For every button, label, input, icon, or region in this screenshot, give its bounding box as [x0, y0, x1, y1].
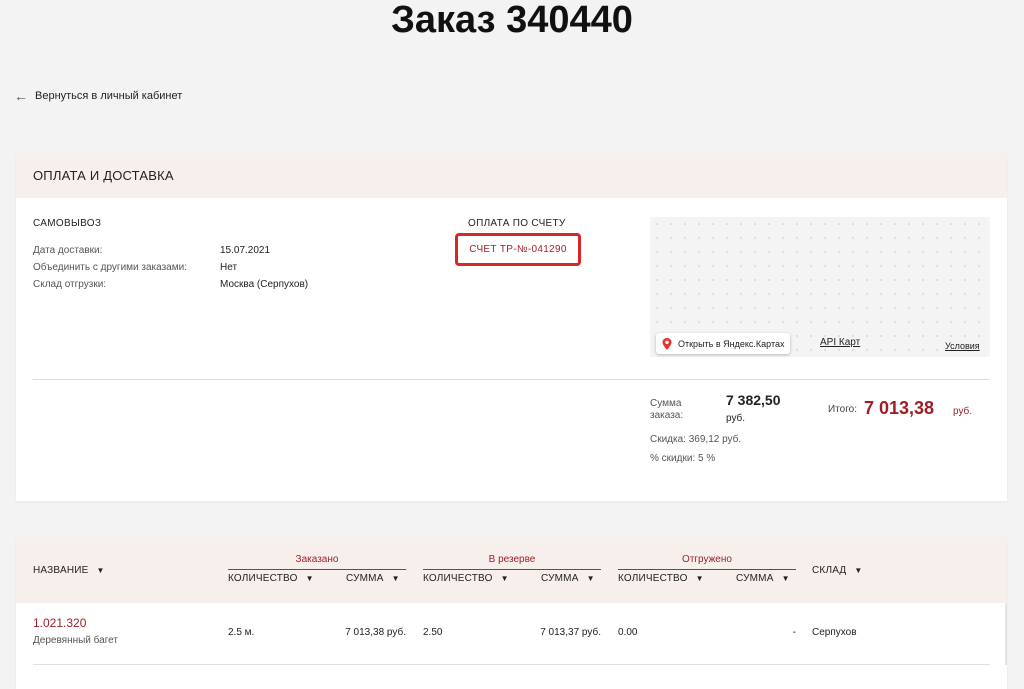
payment-card-header: ОПЛАТА И ДОСТАВКА: [16, 153, 1007, 198]
merge-orders-value: Нет: [220, 262, 238, 273]
ordered-sum-label: СУММА: [346, 573, 384, 584]
order-items-table: НАЗВАНИЕ ▼ Заказано КОЛИЧЕСТВО ▼ СУММА ▼ В …: [16, 537, 1007, 689]
open-yandex-maps-button[interactable]: Открыть в Яндекс.Картах: [656, 333, 791, 354]
ordered-qty-cell: 2.5 м.: [228, 627, 255, 638]
sort-down-icon: ▼: [391, 574, 400, 583]
col-name-header[interactable]: НАЗВАНИЕ ▼: [33, 565, 105, 576]
group-ordered-title: Заказано: [228, 554, 406, 570]
ordered-qty-label: КОЛИЧЕСТВО: [228, 573, 298, 584]
shipped-qty-cell: 0.00: [618, 627, 638, 638]
col-warehouse-label: СКЛАД: [812, 565, 847, 576]
reserved-qty-header[interactable]: КОЛИЧЕСТВО ▼: [423, 573, 509, 584]
discount-percent-text: % скидки: 5 %: [650, 453, 716, 464]
page-title: Заказ 340440: [391, 0, 633, 41]
shipped-sum-cell: -: [792, 627, 796, 638]
col-warehouse-header[interactable]: СКЛАД ▼: [812, 565, 863, 576]
table-header: НАЗВАНИЕ ▼ Заказано КОЛИЧЕСТВО ▼ СУММА ▼ В …: [16, 537, 1007, 603]
map-widget[interactable]: Открыть в Яндекс.Картах API Карт Условия: [650, 217, 990, 357]
reserved-sum-cell: 7 013,37 руб.: [540, 627, 601, 638]
total-currency: руб.: [953, 406, 973, 417]
group-reserved-title: В резерве: [423, 554, 601, 570]
group-shipped-title: Отгружено: [618, 554, 796, 570]
sort-down-icon: ▼: [305, 574, 314, 583]
payment-title: ОПЛАТА ПО СЧЕТУ: [468, 218, 566, 229]
shipped-sum-label: СУММА: [736, 573, 774, 584]
ordered-qty-header[interactable]: КОЛИЧЕСТВО ▼: [228, 573, 314, 584]
row-divider: [33, 664, 990, 665]
ordered-sum-cell: 7 013,38 руб.: [345, 627, 406, 638]
order-sum-label-line2: заказа:: [650, 410, 684, 421]
delivery-date-value: 15.07.2021: [220, 245, 271, 256]
arrow-left-icon: ←: [14, 88, 28, 104]
sort-down-icon: ▼: [96, 566, 105, 575]
order-sum-label-line1: Сумма: [650, 398, 682, 409]
warehouse-cell: Серпухов: [812, 627, 857, 638]
payment-delivery-card: ОПЛАТА И ДОСТАВКА САМОВЫВОЗ Дата доставк…: [16, 153, 1007, 501]
shipping-warehouse-label: Склад отгрузки:: [33, 279, 107, 290]
back-link-label: Вернуться в личный кабинет: [35, 90, 183, 102]
map-api-link[interactable]: API Карт: [820, 337, 860, 348]
table-row: 1.021.320 Деревянный багет 2.5 м. 7 013,…: [16, 603, 1007, 665]
invoice-link[interactable]: СЧЕТ ТР-№-041290: [455, 233, 581, 266]
reserved-qty-cell: 2.50: [423, 627, 443, 638]
order-sum-currency: руб.: [726, 413, 746, 424]
shipped-qty-header[interactable]: КОЛИЧЕСТВО ▼: [618, 573, 704, 584]
shipping-warehouse-value: Москва (Серпухов): [220, 279, 309, 290]
discount-text: Скидка: 369,12 руб.: [650, 434, 742, 445]
sort-down-icon: ▼: [695, 574, 704, 583]
total-value: 7 013,38: [864, 398, 935, 418]
reserved-qty-label: КОЛИЧЕСТВО: [423, 573, 493, 584]
sort-down-icon: ▼: [500, 574, 509, 583]
map-pin-icon: [662, 337, 672, 350]
ordered-sum-header[interactable]: СУММА ▼: [346, 573, 400, 584]
shipped-sum-header[interactable]: СУММА ▼: [736, 573, 790, 584]
back-to-cabinet-link[interactable]: ← Вернуться в личный кабинет: [14, 88, 183, 104]
delivery-title: САМОВЫВОЗ: [33, 218, 102, 229]
shipped-qty-label: КОЛИЧЕСТВО: [618, 573, 688, 584]
product-name: Деревянный багет: [33, 635, 118, 646]
sort-down-icon: ▼: [586, 574, 595, 583]
order-sum-value: 7 382,50: [726, 392, 781, 408]
sort-down-icon: ▼: [781, 574, 790, 583]
card-divider: [33, 379, 990, 380]
total-label: Итого:: [828, 404, 857, 415]
col-name-label: НАЗВАНИЕ: [33, 565, 89, 576]
sort-down-icon: ▼: [854, 566, 863, 575]
delivery-date-label: Дата доставки:: [33, 245, 103, 256]
product-sku-link[interactable]: 1.021.320: [33, 616, 86, 630]
map-terms-link[interactable]: Условия: [945, 341, 980, 351]
reserved-sum-label: СУММА: [541, 573, 579, 584]
reserved-sum-header[interactable]: СУММА ▼: [541, 573, 595, 584]
open-yandex-maps-label: Открыть в Яндекс.Картах: [678, 338, 785, 349]
merge-orders-label: Объединить с другими заказами:: [33, 262, 187, 273]
